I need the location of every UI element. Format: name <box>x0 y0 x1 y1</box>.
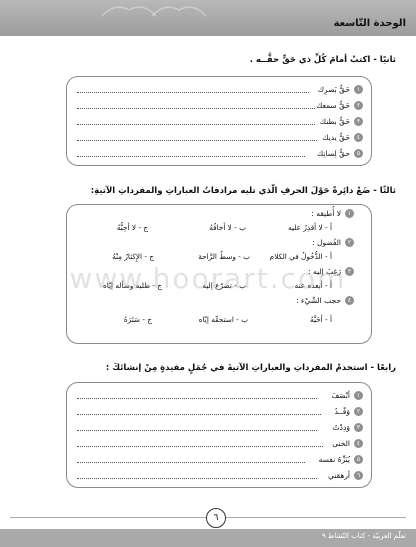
list-item: ٤ الخنى <box>332 437 363 449</box>
answer-line[interactable] <box>77 478 317 479</box>
item-number: ٤ <box>354 438 363 448</box>
option-a[interactable]: أ - لا أقدِرُ عليه <box>288 223 332 232</box>
item-label: يُنَزِّهُ نفسه <box>318 454 350 464</box>
watermark: www.hoorart.com <box>69 262 347 295</box>
list-item: ٣ وَدِدْتُ <box>333 421 363 433</box>
list-item: ٣ حَقُّ بطنك <box>320 115 363 127</box>
footer-text: تعلّم العربيّة - كتاب النّشاط ٩ <box>321 532 406 540</box>
option-c[interactable]: ج - لا أحِبُّهُ <box>117 223 148 232</box>
item-label: حَقُّ سمعك <box>316 100 350 110</box>
option-a[interactable]: أ - الدُّخُولُ في الكلام <box>270 252 332 261</box>
item-label: حَقُّ بَصرِك <box>317 84 350 94</box>
list-item: ٢ حَقُّ سمعك <box>316 99 363 111</box>
item-number: ٢ <box>354 100 363 110</box>
list-item: ٦ أرهقني <box>328 469 363 481</box>
answer-line[interactable] <box>77 398 317 399</box>
item-label: حَقُّ بطنك <box>319 116 350 126</box>
section4-panel: ١ أنْصَفَ ٢ وَفْــدُ ٣ وَدِدْتُ ٤ الخنى ٥ يُن… <box>66 382 372 488</box>
answer-line[interactable] <box>77 124 315 125</box>
answer-line[interactable] <box>77 462 305 463</box>
answer-line[interactable] <box>77 446 323 447</box>
item-number: ٦ <box>354 470 363 480</box>
item-label: حَقُّ يديك <box>322 132 350 142</box>
item-number: ٤ <box>354 132 363 142</box>
list-item: ١ أنْصَفَ <box>332 389 363 401</box>
item-number: ٣ <box>354 422 363 432</box>
footer-bar: تعلّم العربيّة - كتاب النّشاط ٩ <box>0 529 416 547</box>
unit-title: الوحدة التّاسعة <box>333 18 406 29</box>
item-number: ٢ <box>354 406 363 416</box>
list-item: ٢ وَفْــدُ <box>334 405 363 417</box>
option-c[interactable]: ج - الإِكثارُ مِنْهُ <box>112 252 154 261</box>
section2-panel: ١ حَقُّ بَصرِك ٢ حَقُّ سمعك ٣ حَقُّ بطنك ٤ح… <box>66 76 372 166</box>
item-number: ١ <box>354 84 363 94</box>
section4-title: رابعًا - استخدمْ المفرداتِ والعباراتِ ال… <box>105 363 396 373</box>
answer-line[interactable] <box>77 430 317 431</box>
item-number: ٥ <box>354 454 363 464</box>
ornament-icon <box>151 6 207 17</box>
list-item: ١ حَقُّ بَصرِك <box>318 83 363 95</box>
option-b[interactable]: ب - وسطُ الرَّاحة <box>198 252 250 261</box>
question-item: ٢ الفُضول : <box>312 238 354 247</box>
page-number: ٦ <box>206 508 226 528</box>
option-a[interactable]: أ - أحَبَّهُ <box>310 315 332 324</box>
question-text: لا أُطيقه : <box>311 209 341 218</box>
list-item: ٥ يُنَزِّهُ نفسه <box>319 453 363 465</box>
item-label: الخنى <box>332 438 350 448</box>
list-item: ٥ حقُّ لِسانِك <box>317 147 363 159</box>
item-number: ٢ <box>345 238 354 247</box>
question-text: الفُضول : <box>312 238 341 247</box>
item-label: وَفْــدُ <box>334 406 350 416</box>
item-label: حقُّ لِسانِك <box>317 148 350 158</box>
item-number: ٥ <box>354 148 363 158</box>
option-b[interactable]: ب - لا أخافُهُ <box>209 223 246 232</box>
answer-line[interactable] <box>77 140 317 141</box>
answer-line[interactable] <box>77 92 309 93</box>
answer-line[interactable] <box>77 156 305 157</box>
item-label: وَدِدْتُ <box>332 422 350 432</box>
item-number: ٣ <box>354 116 363 126</box>
question-item: ٤ حجب الشّيْء : <box>296 296 354 305</box>
item-number: ١ <box>345 209 354 218</box>
item-label: أنْصَفَ <box>331 390 350 400</box>
section3-title: ثالثًا - ضَعْ دائِرةً حَوْلَ الحرفِ الّذ… <box>90 186 396 196</box>
question-text: حجب الشّيْء : <box>296 296 341 305</box>
item-number: ١ <box>354 390 363 400</box>
item-label: أرهقني <box>328 470 350 480</box>
answer-line[interactable] <box>77 108 315 109</box>
question-item: ١ لا أُطيقه : <box>311 209 354 218</box>
option-c[interactable]: ج - سَتَرَهُ <box>124 315 152 324</box>
list-item: ٤ حَقُّ يديك <box>322 131 363 143</box>
answer-line[interactable] <box>77 414 321 415</box>
option-b[interactable]: ب - استحقّه إيّاه <box>199 315 248 324</box>
item-number: ٤ <box>345 296 354 305</box>
section2-title: ثانيًا - اكتبْ أمامَ كُلِّ ذي حَقٍّ حقَّ… <box>249 55 396 65</box>
